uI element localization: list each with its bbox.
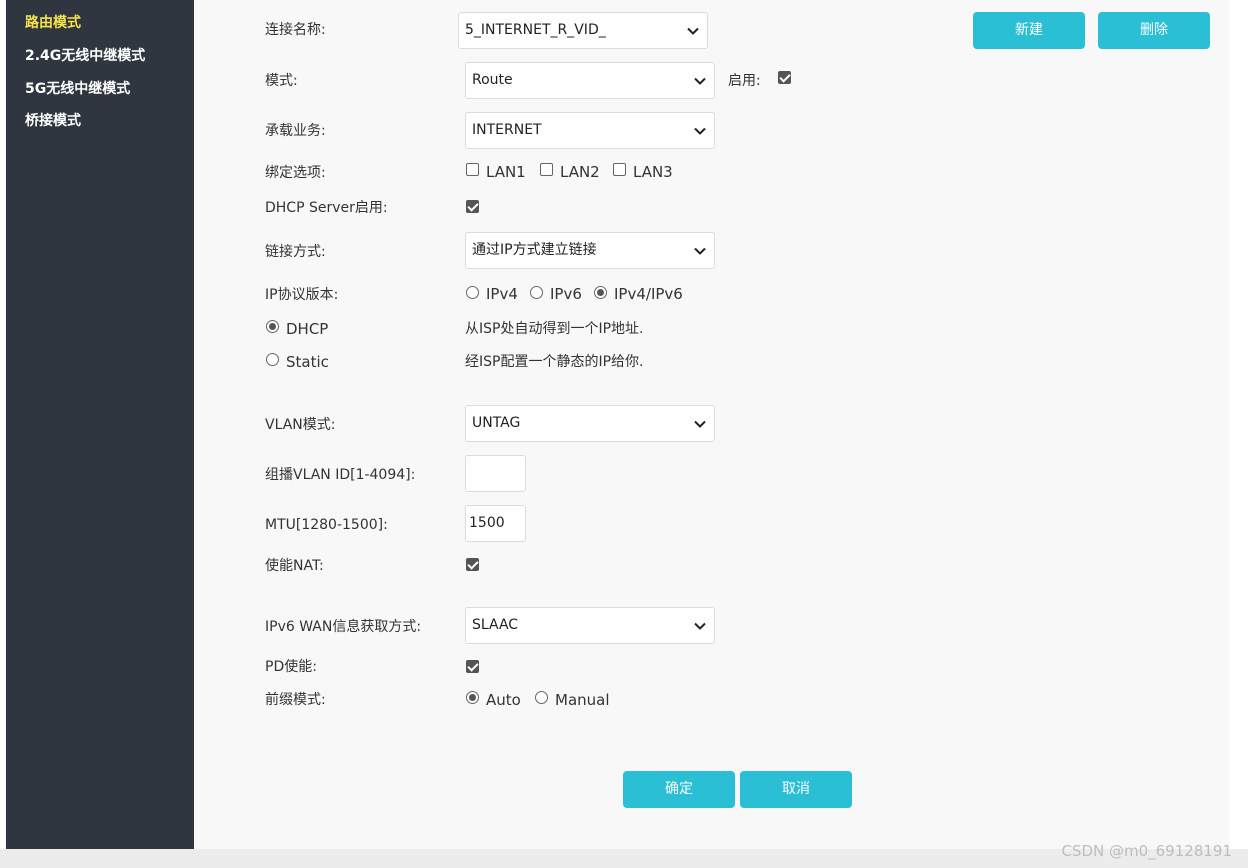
vlan-mode-value: UNTAG: [472, 415, 521, 431]
link-method-select[interactable]: 通过IP方式建立链接: [465, 232, 715, 269]
ip-version-label: IP协议版本:: [265, 287, 339, 303]
dhcp-radio[interactable]: [266, 320, 279, 333]
ipv4-radio[interactable]: [466, 286, 479, 299]
lan2-label: LAN2: [560, 163, 600, 181]
delete-button[interactable]: 删除: [1098, 12, 1210, 49]
lan2-checkbox[interactable]: [540, 163, 553, 176]
static-description: 经ISP配置一个静态的IP给你.: [465, 354, 644, 370]
prefix-auto-radio[interactable]: [466, 691, 479, 704]
main-content: 连接名称: 5_INTERNET_R_VID_ 新建 删除 模式: Route …: [194, 0, 1229, 849]
dhcp-description: 从ISP处自动得到一个IP地址.: [465, 321, 644, 337]
vlan-mode-label: VLAN模式:: [265, 417, 336, 433]
pd-label: PD使能:: [265, 659, 317, 675]
lan1-checkbox[interactable]: [466, 163, 479, 176]
multicast-vlan-input[interactable]: [465, 455, 526, 492]
new-button[interactable]: 新建: [973, 12, 1085, 49]
static-radio[interactable]: [266, 353, 279, 366]
prefix-manual-label: Manual: [555, 691, 610, 709]
chevron-down-icon: [694, 77, 706, 85]
ipv6-wan-select[interactable]: SLAAC: [465, 607, 715, 644]
ipv4-ipv6-radio[interactable]: [594, 286, 607, 299]
connection-name-value: 5_INTERNET_R_VID_: [465, 22, 606, 38]
link-method-value: 通过IP方式建立链接: [472, 242, 597, 258]
ipv6-label: IPv6: [550, 285, 582, 303]
mtu-label: MTU[1280-1500]:: [265, 517, 388, 533]
chevron-down-icon: [694, 247, 706, 255]
sidebar: 路由模式 2.4G无线中继模式 5G无线中继模式 桥接模式: [6, 0, 194, 849]
binding-label: 绑定选项:: [265, 165, 326, 181]
dhcp-label: DHCP: [286, 320, 329, 338]
ipv6-wan-value: SLAAC: [472, 617, 519, 633]
ipv6-radio[interactable]: [530, 286, 543, 299]
chevron-down-icon: [694, 622, 706, 630]
sidebar-item-5g-repeater-mode[interactable]: 5G无线中继模式: [25, 78, 130, 98]
sidebar-item-bridge-mode[interactable]: 桥接模式: [25, 110, 81, 130]
enable-label: 启用:: [728, 73, 761, 89]
mtu-input[interactable]: 1500: [465, 505, 526, 542]
ipv6-wan-label: IPv6 WAN信息获取方式:: [265, 619, 422, 635]
nat-label: 使能NAT:: [265, 558, 324, 574]
mode-value: Route: [472, 72, 513, 88]
sidebar-item-2g-repeater-mode[interactable]: 2.4G无线中继模式: [25, 45, 145, 65]
lan3-label: LAN3: [633, 163, 673, 181]
ipv4-ipv6-label: IPv4/IPv6: [614, 285, 683, 303]
watermark: CSDN @m0_69128191: [1061, 842, 1232, 860]
nat-checkbox[interactable]: [466, 558, 479, 571]
link-method-label: 链接方式:: [265, 244, 326, 260]
connection-name-select[interactable]: 5_INTERNET_R_VID_: [458, 12, 708, 49]
chevron-down-icon: [687, 27, 699, 35]
sidebar-item-route-mode[interactable]: 路由模式: [25, 12, 81, 32]
service-value: INTERNET: [472, 122, 542, 138]
prefix-manual-radio[interactable]: [535, 691, 548, 704]
prefix-mode-label: 前缀模式:: [265, 692, 326, 708]
ipv4-label: IPv4: [486, 285, 518, 303]
cancel-button[interactable]: 取消: [740, 771, 852, 808]
dhcp-server-checkbox[interactable]: [466, 200, 479, 213]
service-select[interactable]: INTERNET: [465, 112, 715, 149]
connection-name-label: 连接名称:: [265, 22, 326, 38]
static-label: Static: [286, 353, 329, 371]
lan1-label: LAN1: [486, 163, 526, 181]
vlan-mode-select[interactable]: UNTAG: [465, 405, 715, 442]
confirm-button[interactable]: 确定: [623, 771, 735, 808]
prefix-auto-label: Auto: [486, 691, 521, 709]
dhcp-server-label: DHCP Server启用:: [265, 200, 388, 216]
mode-select[interactable]: Route: [465, 62, 715, 99]
service-label: 承载业务:: [265, 123, 326, 139]
chevron-down-icon: [694, 127, 706, 135]
enable-checkbox[interactable]: [778, 71, 791, 84]
mode-label: 模式:: [265, 73, 298, 89]
multicast-vlan-label: 组播VLAN ID[1-4094]:: [265, 467, 416, 483]
lan3-checkbox[interactable]: [613, 163, 626, 176]
chevron-down-icon: [694, 420, 706, 428]
pd-checkbox[interactable]: [466, 660, 479, 673]
